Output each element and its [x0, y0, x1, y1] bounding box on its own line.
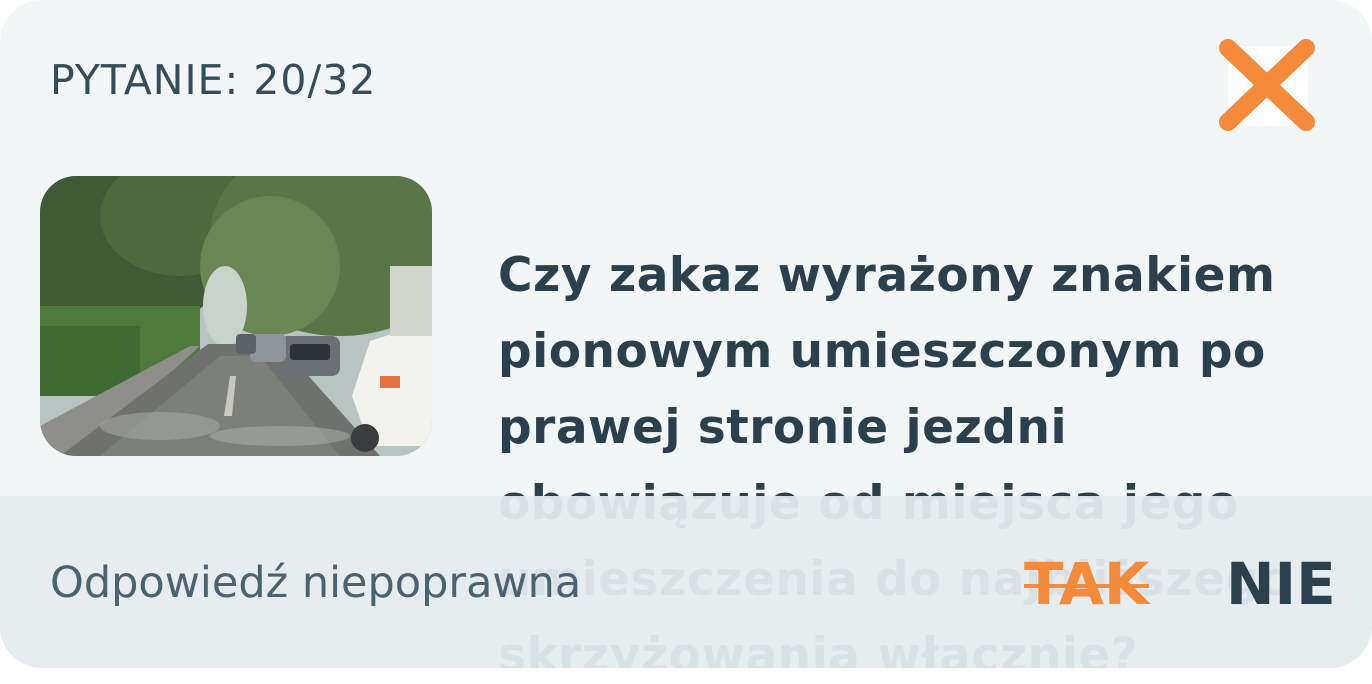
answer-status: Odpowiedź niepoprawna — [50, 558, 582, 608]
question-counter: PYTANIE: 20/32 — [50, 56, 377, 104]
question-image[interactable] — [40, 176, 432, 456]
question-card: PYTANIE: 20/32 Czy zakaz wyrażony znakie… — [0, 0, 1372, 668]
road-scene-photo — [40, 176, 432, 456]
answer-no-button[interactable]: NIE — [1226, 548, 1336, 620]
close-button[interactable] — [1208, 30, 1324, 140]
close-x-icon — [1219, 39, 1315, 131]
answer-yes-button[interactable]: TAK — [1024, 548, 1149, 620]
